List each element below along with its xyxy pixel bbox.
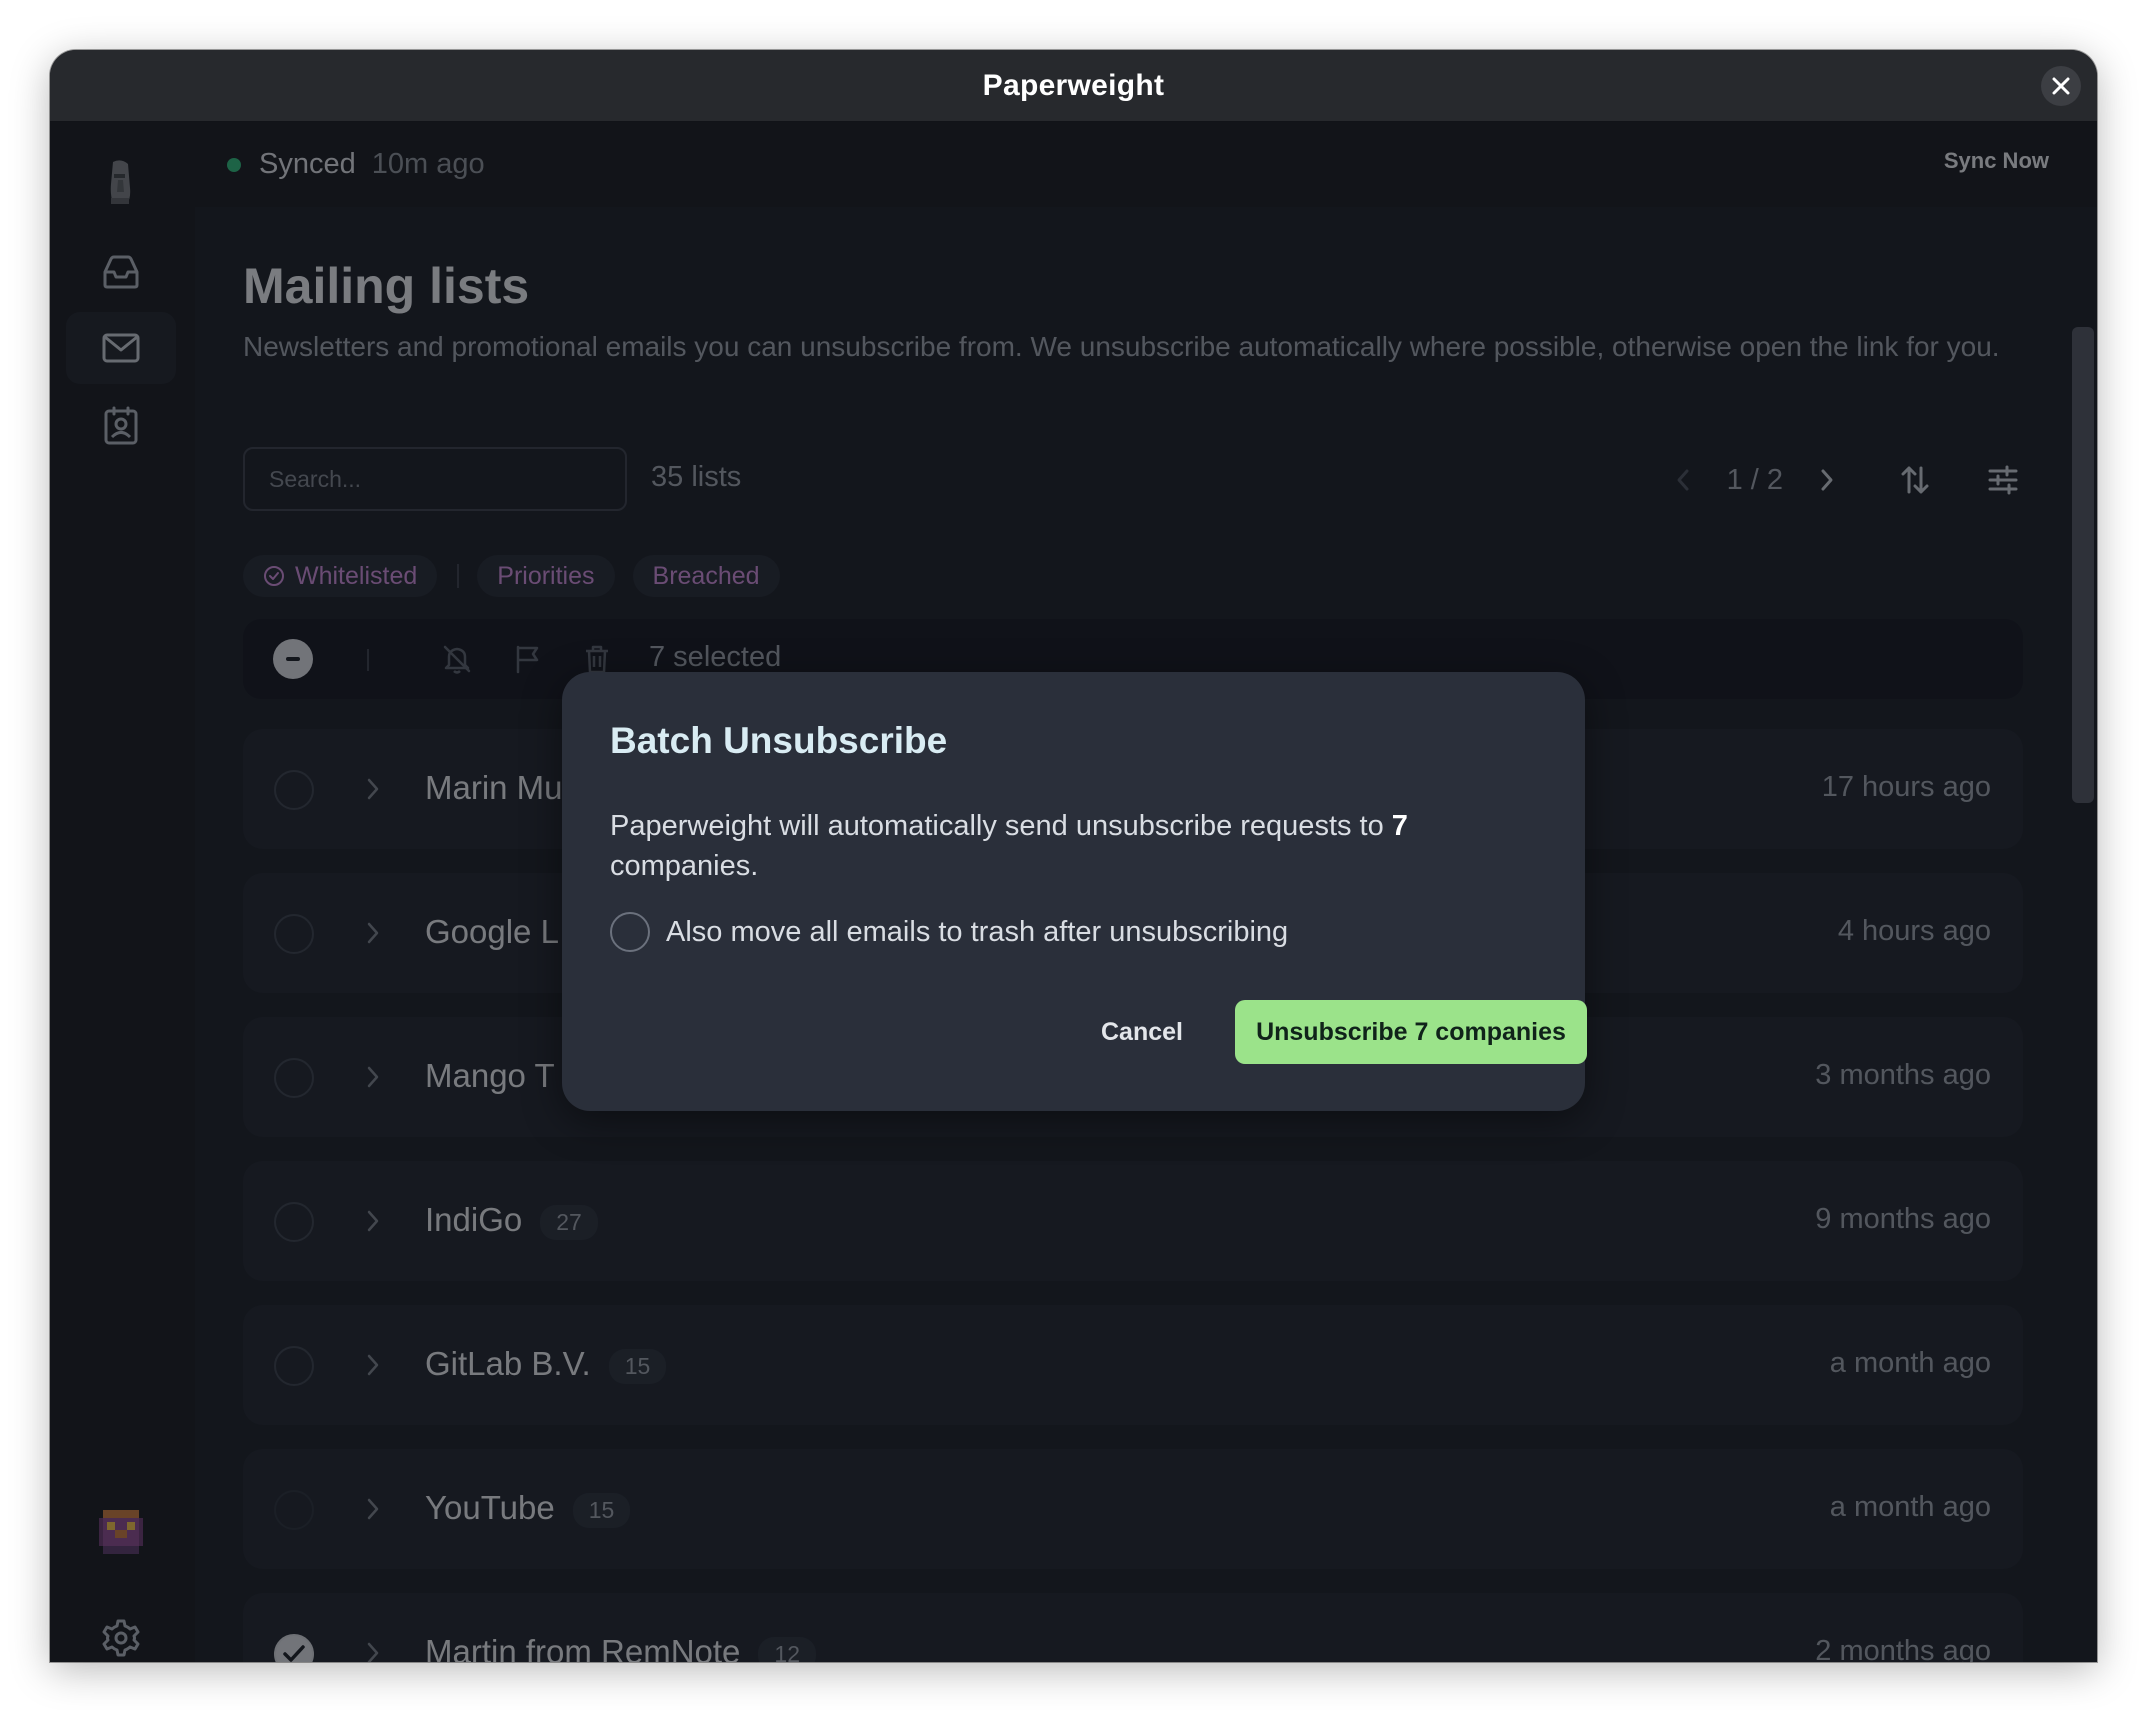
dialog-message-suffix: companies. [610,850,759,882]
window-title: Paperweight [982,68,1165,102]
title-bar: Paperweight [50,50,2097,122]
move-to-trash-option[interactable]: Also move all emails to trash after unsu… [610,912,1288,952]
dialog-message-prefix: Paperweight will automatically send unsu… [610,810,1392,842]
dialog-company-count: 7 [1391,810,1408,842]
unsubscribe-confirm-button[interactable]: Unsubscribe 7 companies [1235,1000,1587,1064]
dialog-message: Paperweight will automatically send unsu… [610,806,1510,886]
batch-unsubscribe-dialog: Batch Unsubscribe Paperweight will autom… [562,672,1587,1111]
move-to-trash-checkbox[interactable] [610,912,650,952]
cancel-button[interactable]: Cancel [1062,1000,1222,1064]
move-to-trash-label: Also move all emails to trash after unsu… [666,915,1289,948]
close-button[interactable] [2041,66,2081,106]
close-icon [2052,77,2070,95]
app-window: Paperweight Search... Batch Unsubscribe … [50,50,2097,1662]
dialog-title: Batch Unsubscribe [610,720,948,761]
